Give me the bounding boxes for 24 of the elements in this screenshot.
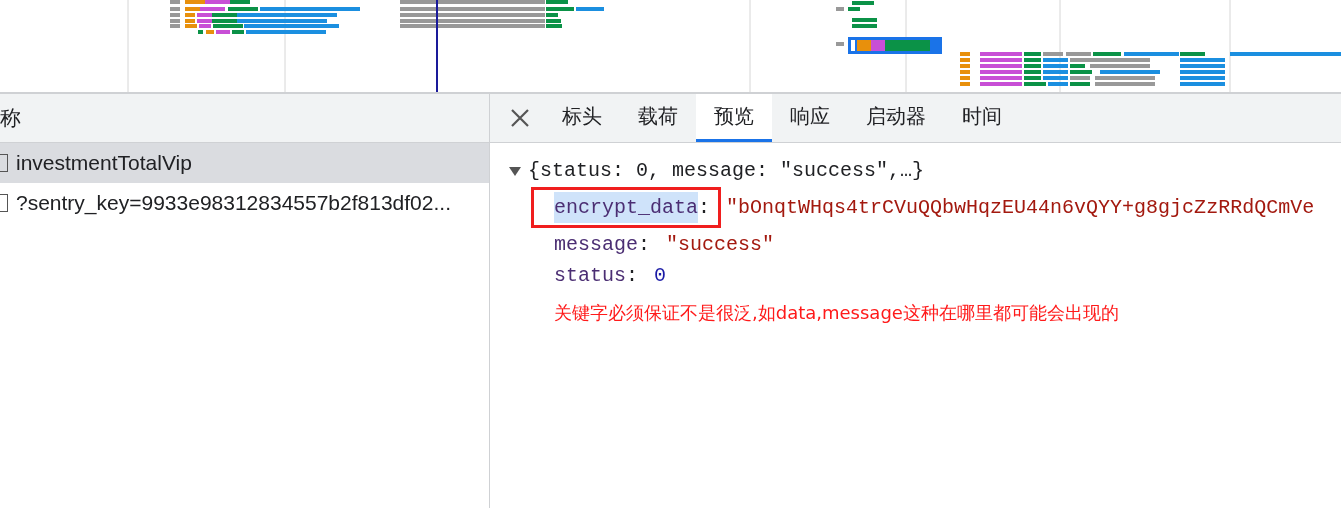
- tab[interactable]: 启动器: [848, 94, 944, 142]
- colon-mark: :: [638, 232, 651, 258]
- property-key: message: [554, 229, 638, 260]
- colon-mark: :: [698, 195, 711, 221]
- request-row[interactable]: investmentTotalVip: [0, 143, 489, 183]
- property-value: "bOnqtWHqs4trCVuQQbwHqzEU44n6vQYY+g8gjcZzRRdQCmVe: [726, 195, 1315, 221]
- close-icon: [510, 108, 530, 128]
- property-key: encrypt_data: [554, 192, 699, 223]
- expand-toggle[interactable]: [508, 164, 522, 177]
- tab[interactable]: 时间: [944, 94, 1020, 142]
- colon-mark: :: [626, 263, 639, 289]
- file-icon: [0, 194, 8, 212]
- tab[interactable]: 标头: [544, 94, 620, 142]
- property-value: 0: [654, 263, 667, 289]
- tab[interactable]: 响应: [772, 94, 848, 142]
- annotation-note: 关键字必须保证不是很泛,如data,message这种在哪里都可能会出现的: [553, 301, 1120, 325]
- tab[interactable]: 载荷: [620, 94, 696, 142]
- property-key: status: [554, 260, 626, 291]
- triangle-icon: [508, 164, 522, 177]
- file-icon: [0, 154, 8, 172]
- tab[interactable]: 预览: [696, 94, 772, 142]
- column-header: 称: [0, 105, 21, 132]
- object-summary: {status: 0, message: "success",…}: [528, 158, 925, 184]
- property-value: "success": [666, 232, 775, 258]
